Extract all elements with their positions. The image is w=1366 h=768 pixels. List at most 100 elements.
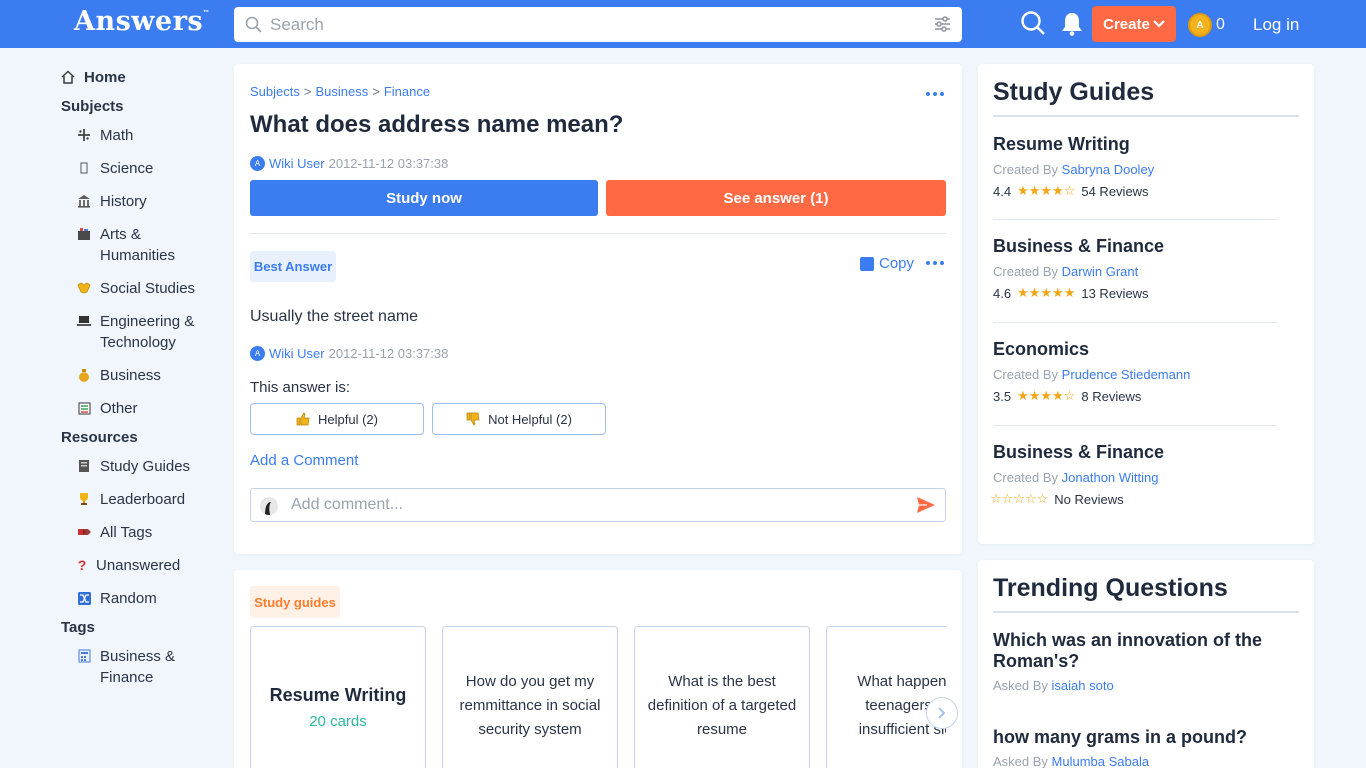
- nav-resources-heading: Resources: [61, 429, 138, 446]
- answer-author[interactable]: Wiki User: [269, 346, 325, 361]
- create-button[interactable]: Create: [1092, 6, 1176, 42]
- comment-box[interactable]: [250, 488, 946, 522]
- coin-count: 0: [1216, 16, 1225, 33]
- question-date: 2012-11-12 03:37:38: [328, 156, 449, 171]
- nav-item-business[interactable]: Business: [77, 365, 161, 386]
- trending-question[interactable]: Which was an innovation of the Roman's? …: [993, 630, 1283, 693]
- breadcrumb-finance[interactable]: Finance: [384, 84, 430, 99]
- trending-question[interactable]: how many grams in a pound? Asked By Mulu…: [993, 727, 1283, 768]
- send-icon[interactable]: [916, 496, 936, 514]
- trophy-icon: [77, 492, 91, 506]
- search-bar[interactable]: [234, 7, 962, 42]
- wiki-user-avatar-icon: A: [250, 156, 265, 171]
- header-search-icon[interactable]: [1020, 10, 1046, 36]
- nav-item-leaderboard[interactable]: Leaderboard: [77, 489, 185, 510]
- not-helpful-button[interactable]: Not Helpful (2): [432, 403, 606, 435]
- rail-guide-item[interactable]: Resume Writing Created By Sabryna Dooley…: [993, 134, 1299, 199]
- top-bar: Answers™ Create A 0 Log in: [0, 0, 1366, 48]
- search-icon: [245, 16, 262, 33]
- rail-title-rule: [993, 115, 1299, 117]
- flashcard[interactable]: How do you get my remmittance in social …: [442, 626, 618, 768]
- user-avatar-icon: [260, 497, 278, 515]
- search-input[interactable]: [270, 7, 920, 42]
- rail-title-rule: [993, 611, 1299, 613]
- study-guides-carousel: Resume Writing 20 cards How do you get m…: [250, 626, 946, 768]
- nav-subjects-heading: Subjects: [61, 98, 124, 115]
- study-now-button[interactable]: Study now: [250, 180, 598, 216]
- see-answer-button[interactable]: See answer (1): [606, 180, 946, 216]
- calculator-icon: [77, 649, 91, 663]
- copy-button[interactable]: Copy: [860, 255, 914, 272]
- social-studies-icon: [77, 281, 91, 295]
- rail-study-guides-title: Study Guides: [993, 78, 1155, 106]
- nav-item-business-finance[interactable]: Business & Finance: [77, 646, 187, 688]
- filter-settings-icon[interactable]: [934, 16, 951, 32]
- answers-logo[interactable]: Answers™: [74, 6, 210, 37]
- breadcrumb-business[interactable]: Business: [315, 84, 368, 99]
- helpful-button[interactable]: Helpful (2): [250, 403, 424, 435]
- answer-meta: A Wiki User 2012-11-12 03:37:38: [250, 346, 448, 361]
- divider: [993, 322, 1277, 323]
- star-rating: ★★★★☆: [1017, 183, 1076, 198]
- add-comment-link[interactable]: Add a Comment: [250, 452, 358, 469]
- chevron-down-icon: [1153, 20, 1165, 28]
- rail-trending-questions: Trending Questions Which was an innovati…: [978, 560, 1314, 768]
- question-mark-icon: ?: [77, 556, 87, 573]
- breadcrumb-subjects[interactable]: Subjects: [250, 84, 300, 99]
- answer-more-options-icon[interactable]: [926, 261, 944, 265]
- nav-item-other[interactable]: Other: [77, 398, 138, 419]
- rail-guide-item[interactable]: Business & Finance Created By Jonathon W…: [990, 442, 1299, 507]
- engineering-icon: [77, 314, 91, 328]
- home-icon: [61, 70, 75, 84]
- nav-home[interactable]: Home: [61, 67, 126, 88]
- wiki-user-avatar-icon: A: [250, 346, 265, 361]
- nav-item-social-studies[interactable]: Social Studies: [77, 278, 195, 299]
- coin-icon[interactable]: A: [1188, 13, 1212, 37]
- study-guides-card: Study guides Resume Writing 20 cards How…: [234, 570, 962, 768]
- carousel-next-button[interactable]: [926, 697, 958, 729]
- study-guides-badge: Study guides: [250, 586, 340, 618]
- question-more-options-icon[interactable]: [926, 92, 944, 96]
- breadcrumb: Subjects > Business > Finance: [250, 84, 431, 99]
- flashcard-set[interactable]: Resume Writing 20 cards: [250, 626, 426, 768]
- nav-item-all-tags[interactable]: All Tags: [77, 522, 152, 543]
- shuffle-icon: [77, 591, 91, 605]
- question-title: What does address name mean?: [250, 111, 624, 138]
- nav-item-unanswered[interactable]: ? Unanswered: [77, 555, 181, 576]
- notification-bell-icon[interactable]: [1061, 11, 1083, 36]
- question-meta: A Wiki User 2012-11-12 03:37:38: [250, 156, 448, 171]
- rail-guide-item[interactable]: Economics Created By Prudence Stiedemann…: [993, 339, 1299, 404]
- flashcard[interactable]: What happens to teenagers with insuffici…: [826, 626, 946, 768]
- login-link[interactable]: Log in: [1253, 15, 1299, 35]
- nav-item-engineering-technology[interactable]: Engineering & Technology: [77, 311, 207, 353]
- star-rating: ★★★★☆: [1017, 388, 1076, 403]
- thumbs-up-icon: [296, 412, 310, 426]
- other-icon: [77, 401, 91, 415]
- nav-item-random[interactable]: Random: [77, 588, 157, 609]
- math-icon: [77, 128, 91, 142]
- rail-guide-item[interactable]: Business & Finance Created By Darwin Gra…: [993, 236, 1299, 301]
- divider: [993, 425, 1277, 426]
- question-author[interactable]: Wiki User: [269, 156, 325, 171]
- star-rating: ☆☆☆☆☆: [990, 491, 1049, 506]
- divider: [250, 233, 946, 234]
- history-icon: [77, 194, 91, 208]
- nav-item-history[interactable]: History: [77, 191, 147, 212]
- nav-item-math[interactable]: Math: [77, 125, 133, 146]
- nav-item-arts-humanities[interactable]: Arts & Humanities: [77, 224, 197, 266]
- question-card: Subjects > Business > Finance What does addr…: [234, 64, 962, 554]
- divider: [993, 219, 1277, 220]
- nav-item-science[interactable]: Science: [77, 158, 153, 179]
- rail-study-guides: Study Guides Resume Writing Created By S…: [978, 64, 1314, 544]
- flashcard[interactable]: What is the best definition of a targete…: [634, 626, 810, 768]
- best-answer-badge: Best Answer: [250, 251, 336, 282]
- comment-input[interactable]: [291, 489, 891, 521]
- answer-date: 2012-11-12 03:37:38: [328, 346, 449, 361]
- copy-icon: [860, 256, 874, 271]
- trending-title: Trending Questions: [993, 574, 1228, 602]
- star-rating: ★★★★★: [1017, 285, 1076, 300]
- this-answer-is-label: This answer is:: [250, 379, 351, 396]
- nav-item-study-guides[interactable]: Study Guides: [77, 456, 190, 477]
- chevron-right-icon: [938, 707, 946, 719]
- study-guides-icon: [77, 459, 91, 473]
